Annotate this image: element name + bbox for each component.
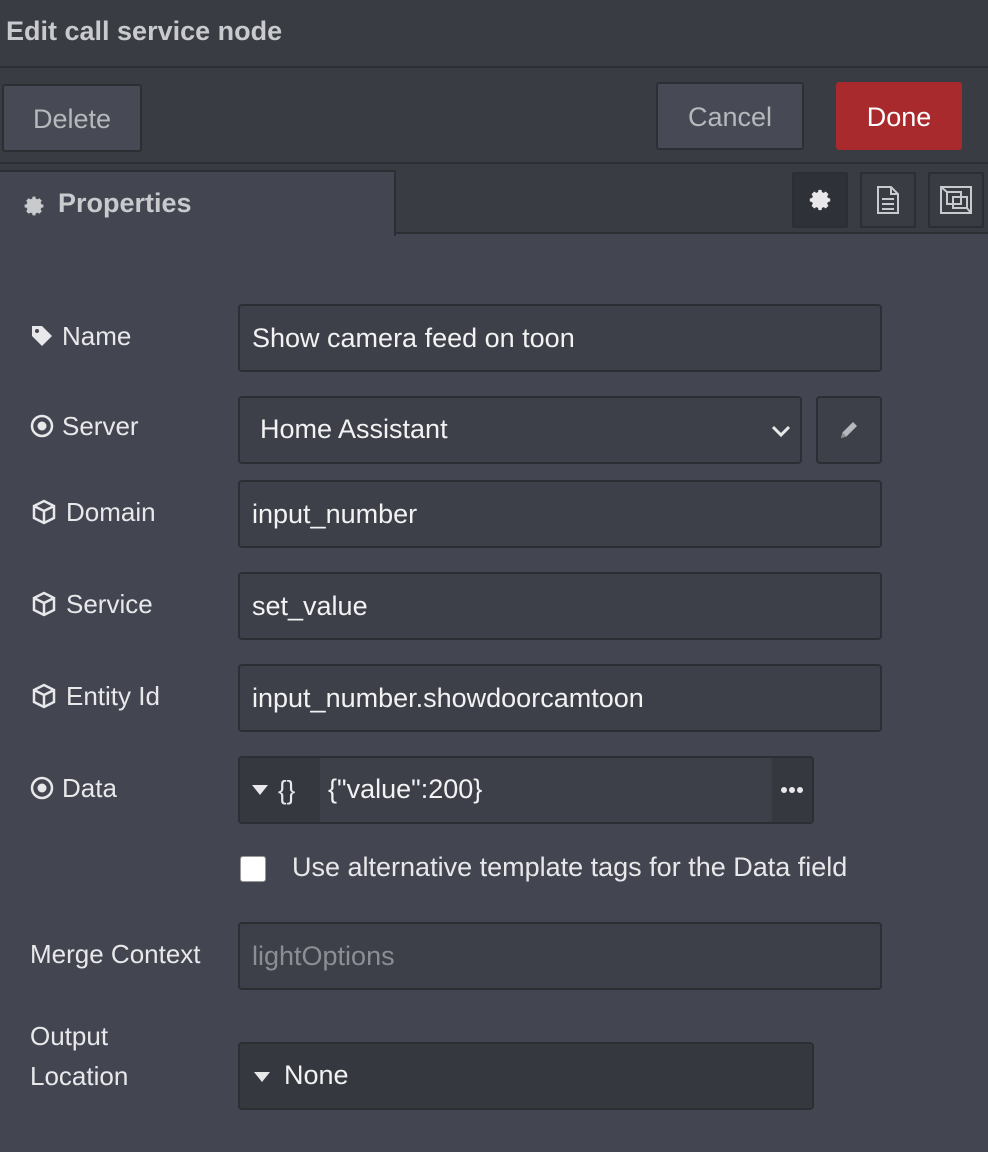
entity-id-input[interactable]: input_number.showdoorcamtoon — [238, 664, 882, 732]
tag-icon — [32, 326, 52, 346]
data-typed-input: {} {"value":200} — [238, 756, 814, 824]
name-label: Name — [30, 316, 131, 356]
json-type-icon: {} — [278, 774, 296, 805]
radio-target-icon — [30, 414, 54, 438]
server-label: Server — [30, 406, 139, 446]
document-icon — [877, 186, 899, 214]
dialog-title: Edit call service node — [6, 16, 283, 46]
alt-template-tags-label: Use alternative template tags for the Da… — [292, 852, 848, 882]
merge-context-label-text: Merge Context — [30, 939, 201, 969]
name-input[interactable]: Show camera feed on toon — [238, 304, 882, 372]
dialog-button-bar: Delete Cancel Done — [0, 68, 988, 164]
domain-label: Domain — [30, 492, 156, 532]
tab-settings[interactable] — [792, 172, 848, 228]
name-label-text: Name — [62, 321, 132, 351]
service-input[interactable]: set_value — [238, 572, 882, 640]
gear-icon — [809, 189, 831, 211]
delete-button[interactable]: Delete — [2, 84, 142, 152]
data-input[interactable]: {"value":200} — [328, 774, 482, 805]
tab-properties[interactable]: Properties — [0, 170, 396, 236]
merge-context-input[interactable]: lightOptions — [238, 922, 882, 990]
cube-icon — [32, 683, 56, 709]
server-select[interactable]: Home Assistant — [238, 396, 802, 464]
tab-appearance[interactable] — [928, 172, 984, 228]
service-label-text: Service — [66, 589, 153, 619]
output-location-label: Output Location — [30, 1016, 128, 1096]
data-label-text: Data — [62, 773, 117, 803]
merge-context-label: Merge Context — [30, 934, 201, 974]
entity-id-label-text: Entity Id — [66, 681, 160, 711]
server-label-text: Server — [62, 411, 139, 441]
tabs-row: Properties — [0, 164, 988, 236]
layout-icon — [940, 186, 972, 214]
cube-icon — [32, 591, 56, 617]
alt-template-tags-checkbox[interactable] — [240, 856, 266, 882]
output-location-label-line2: Location — [30, 1061, 129, 1091]
entity-id-label: Entity Id — [30, 676, 160, 716]
ellipsis-icon — [781, 787, 803, 793]
data-type-selector[interactable]: {} — [240, 758, 320, 822]
domain-input[interactable]: input_number — [238, 480, 882, 548]
domain-label-text: Domain — [66, 497, 156, 527]
caret-down-icon — [252, 785, 268, 795]
radio-target-icon — [30, 776, 54, 800]
chevron-down-icon — [771, 425, 791, 438]
caret-down-icon — [254, 1072, 270, 1082]
done-button[interactable]: Done — [836, 82, 962, 150]
service-label: Service — [30, 584, 153, 624]
expand-editor-button[interactable] — [772, 758, 812, 822]
dialog-title-bar: Edit call service node — [0, 0, 988, 68]
tab-properties-label: Properties — [58, 188, 192, 218]
cancel-button[interactable]: Cancel — [656, 82, 804, 150]
data-label: Data — [30, 768, 117, 808]
cube-icon — [32, 499, 56, 525]
output-location-label-line1: Output — [30, 1021, 109, 1051]
tab-description[interactable] — [860, 172, 916, 228]
output-location-value: None — [284, 1060, 349, 1090]
output-location-select[interactable]: None — [238, 1042, 814, 1110]
edit-server-button[interactable] — [816, 396, 882, 464]
server-select-value: Home Assistant — [260, 414, 448, 444]
pencil-icon — [841, 422, 857, 438]
gear-icon — [24, 196, 44, 216]
